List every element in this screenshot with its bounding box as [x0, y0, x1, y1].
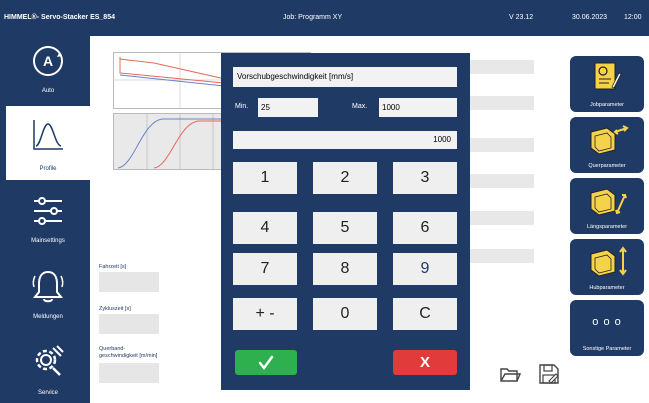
max-label: Max. — [352, 103, 368, 110]
current-value-field[interactable]: 1000 — [233, 131, 457, 149]
save-as-icon[interactable] — [538, 363, 560, 385]
rbtn-label: Querparameter — [588, 163, 626, 169]
min-value-field[interactable]: 25 — [258, 98, 318, 117]
key-2[interactable]: 2 — [313, 162, 377, 194]
field-label-fahrzeit: Fahrzeit [s] — [99, 264, 127, 270]
cancel-button[interactable]: X — [393, 350, 457, 375]
profile-curve-icon — [33, 120, 63, 150]
key-4[interactable]: 4 — [233, 212, 297, 244]
rbtn-label: Sonstige Parameter — [582, 346, 632, 352]
sidebar-item-auto[interactable]: A Auto — [6, 38, 90, 98]
machine-lift-icon — [590, 246, 627, 277]
key-6[interactable]: 6 — [393, 212, 457, 244]
check-icon — [258, 355, 274, 371]
sidebar-item-label: Service — [37, 390, 58, 396]
sidebar-item-service[interactable]: Service — [6, 338, 90, 400]
max-value-field[interactable]: 1000 — [379, 98, 457, 117]
rbtn-label: Längsparameter — [586, 224, 628, 230]
dots-icon: o o o — [592, 316, 622, 328]
param-field[interactable] — [468, 60, 534, 74]
rbtn-label: Hubparameter — [589, 285, 625, 291]
jobparameter-button[interactable]: Jobparameter — [570, 56, 644, 112]
param-field[interactable] — [468, 174, 534, 188]
bell-icon — [32, 270, 64, 303]
sidebar-item-label: Profile — [39, 166, 57, 172]
key-clear[interactable]: C — [393, 298, 457, 330]
gear-wrench-icon — [35, 345, 64, 376]
hubparameter-button[interactable]: Hubparameter — [570, 239, 644, 295]
app-title: HIMMEL®- Servo-Stacker ES_854 — [4, 14, 115, 21]
key-3[interactable]: 3 — [393, 162, 457, 194]
auto-icon: A — [33, 46, 63, 76]
sliders-icon — [34, 197, 62, 225]
key-1[interactable]: 1 — [233, 162, 297, 194]
param-field[interactable] — [468, 138, 534, 152]
numeric-input-dialog: Vorschubgeschwindigkeit [mm/s] Min. 25 M… — [221, 53, 470, 390]
dialog-title: Vorschubgeschwindigkeit [mm/s] — [233, 67, 457, 87]
version: V 23.12 — [509, 14, 534, 21]
job-doc-icon — [594, 62, 622, 90]
param-field[interactable] — [468, 249, 534, 263]
laengsparameter-button[interactable]: Längsparameter — [570, 178, 644, 234]
sidebar-item-mainsettings[interactable]: Mainsettings — [6, 190, 90, 252]
param-field[interactable] — [468, 211, 534, 225]
open-folder-icon[interactable] — [499, 363, 521, 385]
fahrzeit-field[interactable] — [99, 272, 159, 292]
top-status-bar: HIMMEL®- Servo-Stacker ES_854 Job: Progr… — [0, 0, 649, 36]
querparameter-button[interactable]: Querparameter — [570, 117, 644, 173]
job-name: Job: Programm XY — [283, 14, 343, 21]
key-5[interactable]: 5 — [313, 212, 377, 244]
time: 12:00 — [624, 14, 642, 21]
sonstige-parameter-button[interactable]: o o o Sonstige Parameter — [570, 300, 644, 356]
sidebar: A Auto Profile Mainsettings Meldungen Se… — [0, 36, 90, 403]
key-8[interactable]: 8 — [313, 253, 377, 285]
right-panel: Jobparameter Querparameter Längsparamete… — [559, 36, 649, 403]
querband-field[interactable] — [99, 363, 159, 383]
date: 30.06.2023 — [572, 14, 608, 21]
key-9[interactable]: 9 — [393, 253, 457, 285]
svg-text:A: A — [43, 53, 53, 69]
sidebar-item-label: Mainsettings — [31, 238, 65, 244]
key-7[interactable]: 7 — [233, 253, 297, 285]
key-0[interactable]: 0 — [313, 298, 377, 330]
confirm-button[interactable] — [235, 350, 297, 375]
sidebar-item-label: Auto — [41, 88, 55, 94]
min-label: Min. — [235, 103, 249, 110]
sidebar-item-profile[interactable]: Profile — [6, 106, 90, 180]
field-label-zykluszeit: Zykluszeit [s] — [99, 306, 131, 312]
param-field[interactable] — [468, 96, 534, 110]
field-label-querband: Querband- geschwindigkeit [m/min] — [99, 346, 158, 359]
zykluszeit-field[interactable] — [99, 314, 159, 334]
sidebar-item-meldungen[interactable]: Meldungen — [6, 264, 90, 326]
machine-long-icon — [590, 188, 627, 216]
rbtn-label: Jobparameter — [590, 102, 624, 108]
machine-cross-icon — [590, 125, 629, 155]
key-plus-minus[interactable]: + - — [233, 298, 297, 330]
sidebar-item-label: Meldungen — [33, 314, 63, 320]
